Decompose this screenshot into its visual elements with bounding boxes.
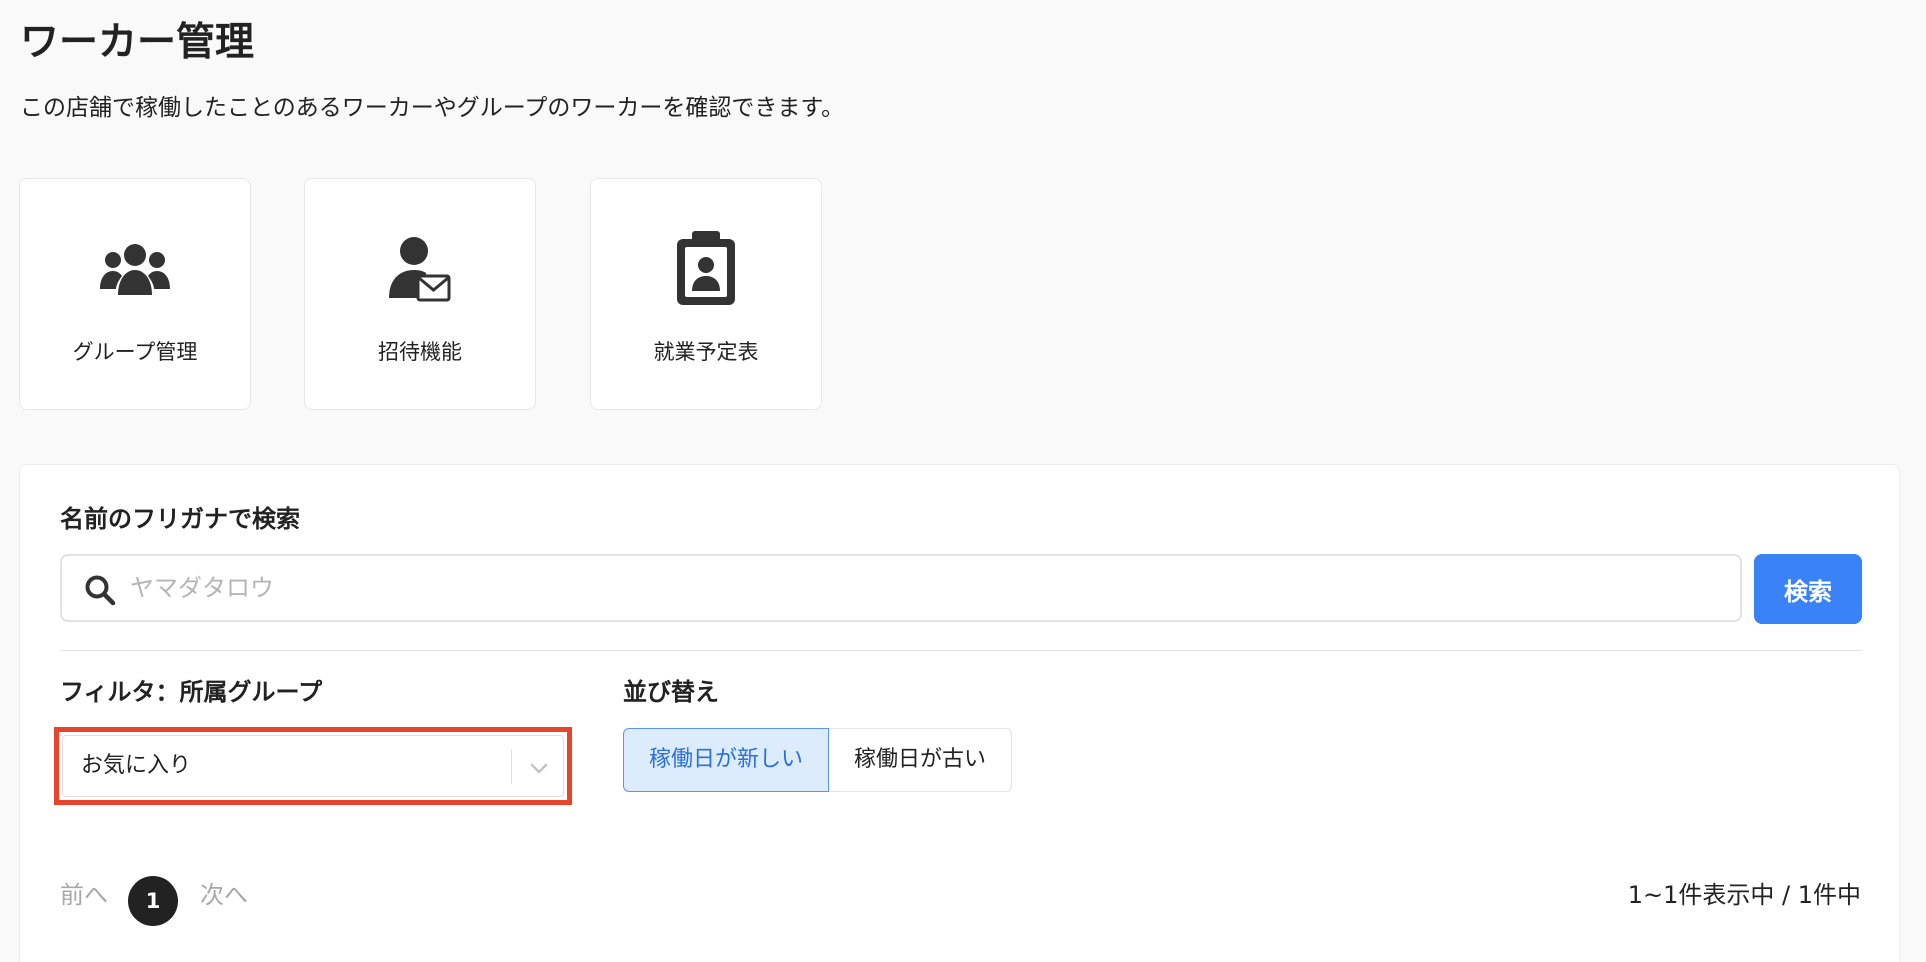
sort-oldest-button[interactable]: 稼働日が古い: [829, 728, 1013, 792]
result-count: 1~1件表示中 / 1件中: [1627, 881, 1861, 909]
sort-toggle-group: 稼働日が新しい 稼働日が古い: [623, 728, 1013, 794]
divider: [60, 650, 1862, 651]
group-management-label: グループ管理: [72, 340, 198, 364]
select-separator: [511, 750, 512, 784]
page-title: ワーカー管理: [20, 20, 255, 65]
search-icon: [85, 575, 116, 606]
work-schedule-card[interactable]: 就業予定表: [590, 178, 822, 410]
page-description: この店舗で稼働したことのあるワーカーやグループのワーカーを確認できます。: [20, 95, 845, 121]
chevron-down-icon: [530, 763, 548, 774]
work-schedule-label: 就業予定表: [653, 340, 759, 364]
pagination-prev[interactable]: 前へ: [60, 878, 108, 912]
pagination-next[interactable]: 次へ: [200, 878, 248, 912]
sort-newest-button[interactable]: 稼働日が新しい: [623, 728, 830, 792]
sort-label: 並び替え: [623, 678, 719, 706]
search-field[interactable]: [60, 554, 1742, 622]
group-filter-select[interactable]: お気に入り: [62, 735, 564, 797]
worker-search-panel: 名前のフリガナで検索 検索 フィルタ：所属グループ お気に入り 並び替え 稼働日…: [19, 464, 1900, 962]
user-invite-mail-icon: [380, 229, 460, 309]
invite-feature-label: 招待機能: [378, 340, 462, 364]
clipboard-user-icon: [666, 229, 746, 309]
search-button[interactable]: 検索: [1754, 554, 1862, 624]
group-filter-value: お気に入り: [81, 753, 192, 778]
worker-management-page: ワーカー管理 この店舗で稼働したことのあるワーカーやグループのワーカーを確認でき…: [0, 0, 1926, 962]
users-group-icon: [95, 229, 175, 309]
search-label: 名前のフリガナで検索: [60, 505, 300, 533]
search-input[interactable]: [130, 556, 1720, 620]
pagination-current-page[interactable]: 1: [128, 876, 178, 926]
invite-feature-card[interactable]: 招待機能: [304, 178, 536, 410]
group-management-card[interactable]: グループ管理: [19, 178, 251, 410]
filter-label: フィルタ：所属グループ: [60, 678, 323, 706]
